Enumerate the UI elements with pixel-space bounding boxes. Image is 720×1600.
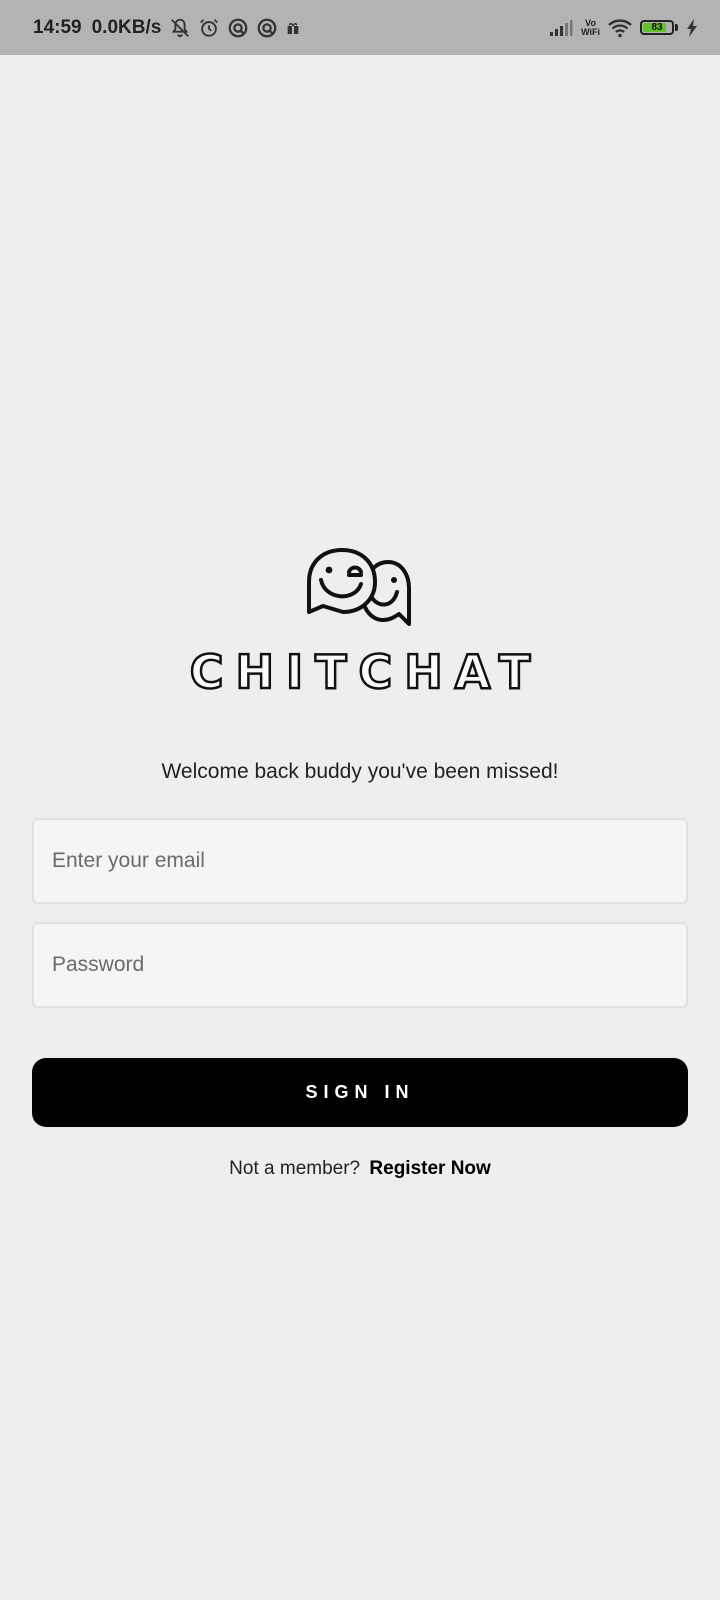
brand-name: CHITCHAT bbox=[189, 644, 543, 701]
status-bar: 14:59 0.0KB/s Vo WiFi 83 bbox=[0, 0, 720, 55]
vowifi-icon: Vo WiFi bbox=[581, 17, 600, 37]
status-left: 14:59 0.0KB/s bbox=[33, 0, 301, 55]
charging-icon bbox=[687, 18, 697, 37]
status-icons-left bbox=[169, 17, 301, 39]
status-time: 14:59 bbox=[33, 16, 82, 38]
data-saver-icon bbox=[228, 18, 248, 37]
app-logo bbox=[0, 548, 720, 636]
register-now-link[interactable]: Register Now bbox=[369, 1158, 490, 1179]
net-speed: 0.0KB/s bbox=[91, 16, 162, 38]
data-saver-icon-2 bbox=[257, 18, 277, 37]
signal-icon bbox=[550, 19, 573, 36]
chat-bubbles-smiley-icon bbox=[307, 548, 411, 626]
welcome-text: Welcome back buddy you've been missed! bbox=[161, 760, 559, 783]
gift-icon bbox=[287, 22, 299, 34]
battery-icon: 83 bbox=[640, 20, 674, 35]
wifi-icon bbox=[608, 18, 632, 37]
sign-in-button[interactable]: SIGN IN bbox=[32, 1058, 688, 1127]
status-right: Vo WiFi 83 bbox=[549, 0, 698, 55]
mute-notifications-icon bbox=[171, 18, 190, 37]
email-field[interactable] bbox=[32, 818, 688, 904]
battery-level: 83 bbox=[651, 21, 663, 33]
register-prompt: Not a member? bbox=[229, 1158, 361, 1179]
register-row: Not a member? Register Now bbox=[0, 1158, 720, 1180]
battery-cap bbox=[675, 24, 678, 31]
password-field[interactable] bbox=[32, 922, 688, 1008]
alarm-icon bbox=[200, 18, 219, 37]
